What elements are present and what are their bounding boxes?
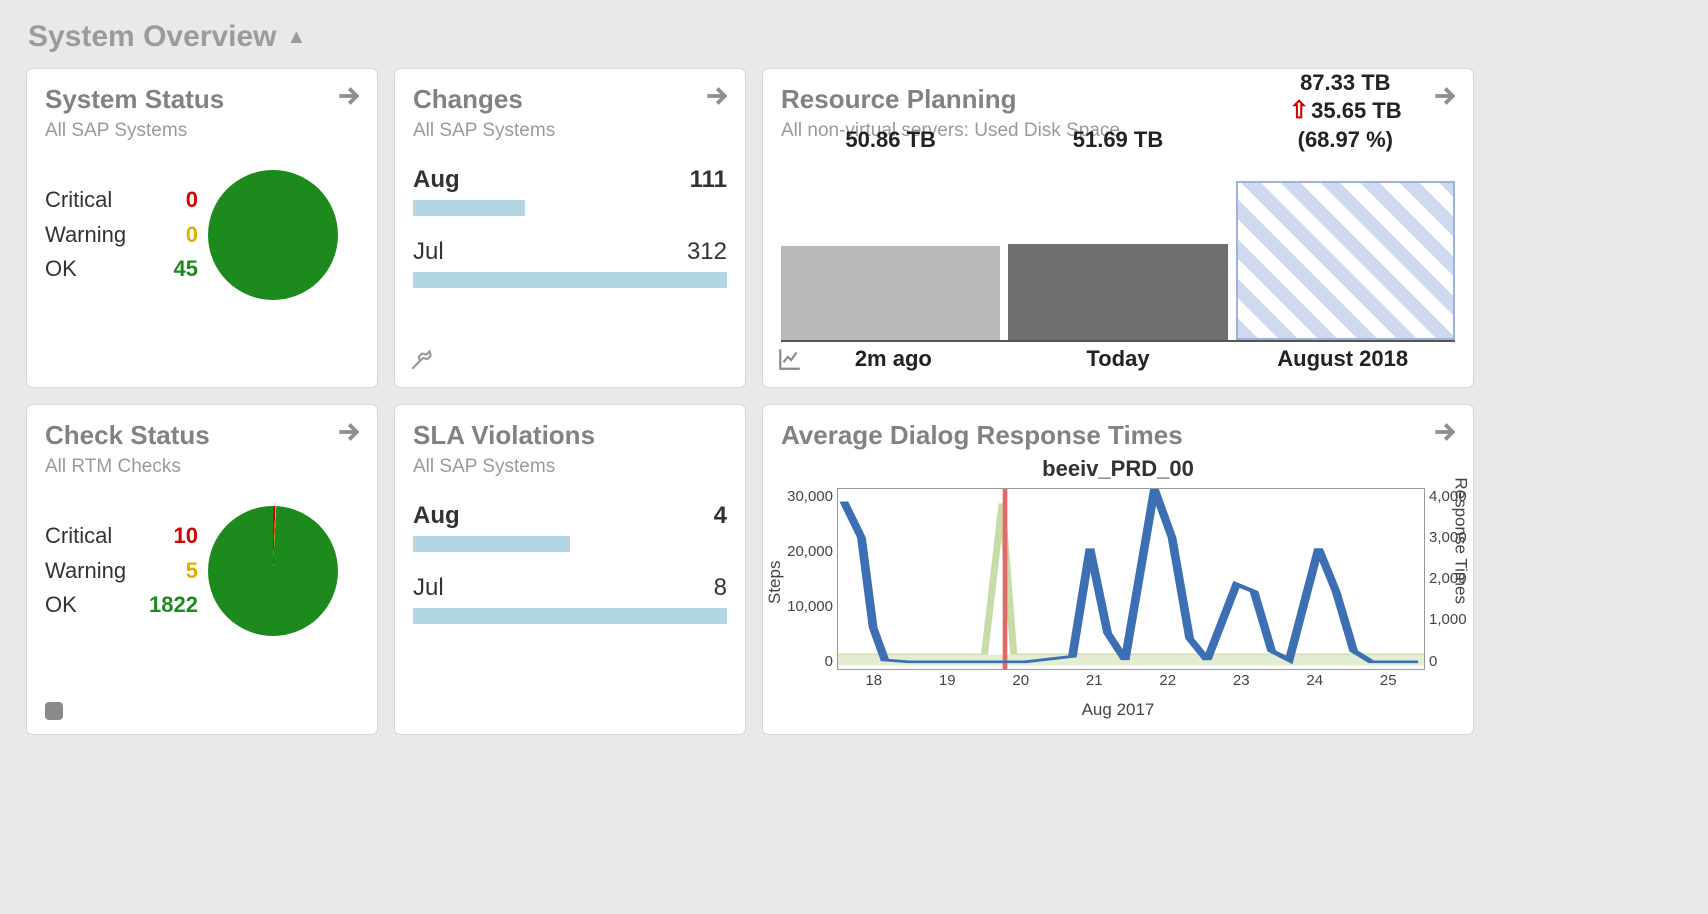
bar-label: Aug: [413, 502, 460, 530]
bar-value: 4: [714, 502, 727, 530]
card-check-status: Check Status All RTM Checks Critical10 W…: [26, 404, 378, 735]
status-label: Critical: [45, 183, 140, 217]
bar-category: 2m ago: [781, 346, 1006, 372]
card-subtitle: All SAP Systems: [413, 456, 727, 478]
screwdriver-icon[interactable]: [409, 346, 435, 377]
y-ticks-right: 4,0003,0002,0001,0000: [1429, 488, 1477, 670]
status-label: OK: [45, 588, 140, 622]
status-value-warning: 5: [140, 554, 198, 588]
status-list: Critical10 Warning5 OK1822: [45, 519, 198, 621]
open-arrow-icon[interactable]: [333, 81, 363, 116]
pie-chart-icon: [208, 170, 338, 300]
bar-icon: [413, 536, 570, 552]
caret-up-icon: ▲: [286, 26, 306, 49]
card-title: Check Status: [45, 421, 359, 450]
open-arrow-icon[interactable]: [701, 81, 731, 116]
x-ticks: 1819202122232425: [837, 672, 1425, 698]
bar-label: Jul: [413, 238, 444, 266]
chart-title: beeiv_PRD_00: [781, 456, 1455, 482]
pie-chart-icon: [208, 506, 338, 636]
bar-icon: [413, 200, 525, 216]
arrow-up-icon: ⇧: [1289, 96, 1309, 126]
resource-bar-chart: 50.86 TB 51.69 TB 87.33 TB ⇧35.65 TB (68…: [781, 160, 1455, 342]
bar-category: Today: [1006, 346, 1231, 372]
status-list: Critical0 Warning0 OK45: [45, 183, 198, 285]
line-chart: [837, 488, 1425, 670]
card-title: Changes: [413, 85, 727, 114]
status-value-ok: 1822: [140, 588, 198, 622]
bar-value: 111: [690, 166, 727, 194]
card-system-status: System Status All SAP Systems Critical0 …: [26, 68, 378, 388]
status-label: Critical: [45, 519, 140, 553]
section-title: System Overview: [28, 20, 276, 54]
status-value-critical: 10: [140, 519, 198, 553]
bar-icon: [413, 272, 727, 288]
card-resource-planning: Resource Planning All non-virtual server…: [762, 68, 1474, 388]
bar-category: August 2018: [1230, 346, 1455, 372]
status-value-critical: 0: [140, 183, 198, 217]
card-title: Average Dialog Response Times: [781, 421, 1455, 450]
card-sla-violations: SLA Violations All SAP Systems Aug 4 Jul 8: [394, 404, 746, 735]
bar-top-value: 87.33 TB: [1236, 69, 1455, 97]
section-header[interactable]: System Overview ▲: [28, 20, 1682, 54]
card-subtitle: All RTM Checks: [45, 456, 359, 478]
bar-label: Jul: [413, 574, 444, 602]
card-subtitle: All SAP Systems: [413, 120, 727, 142]
bar-label: Aug: [413, 166, 460, 194]
card-avg-response: Average Dialog Response Times beeiv_PRD_…: [762, 404, 1474, 735]
card-subtitle: All SAP Systems: [45, 120, 359, 142]
card-changes: Changes All SAP Systems Aug 111 Jul 312: [394, 68, 746, 388]
card-title: System Status: [45, 85, 359, 114]
open-arrow-icon[interactable]: [333, 417, 363, 452]
delta-pct: (68.97 %): [1236, 126, 1455, 154]
bar-top-label: 51.69 TB: [1008, 126, 1227, 154]
status-label: OK: [45, 252, 140, 286]
status-label: Warning: [45, 554, 140, 588]
x-axis-label: Aug 2017: [781, 700, 1455, 720]
bar-value: 312: [687, 238, 727, 266]
bar-top-label: 50.86 TB: [781, 126, 1000, 154]
bar-value: 8: [714, 574, 727, 602]
bar-icon: [413, 608, 727, 624]
status-label: Warning: [45, 218, 140, 252]
stop-icon[interactable]: [45, 702, 63, 720]
y-ticks-left: 30,00020,00010,0000: [781, 488, 833, 670]
line-chart-icon[interactable]: [777, 346, 803, 377]
card-title: SLA Violations: [413, 421, 727, 450]
delta-value: 35.65 TB: [1311, 97, 1402, 125]
status-value-warning: 0: [140, 218, 198, 252]
bar-top-label: 87.33 TB ⇧35.65 TB (68.97 %): [1236, 69, 1455, 154]
open-arrow-icon[interactable]: [1429, 417, 1459, 452]
status-value-ok: 45: [140, 252, 198, 286]
